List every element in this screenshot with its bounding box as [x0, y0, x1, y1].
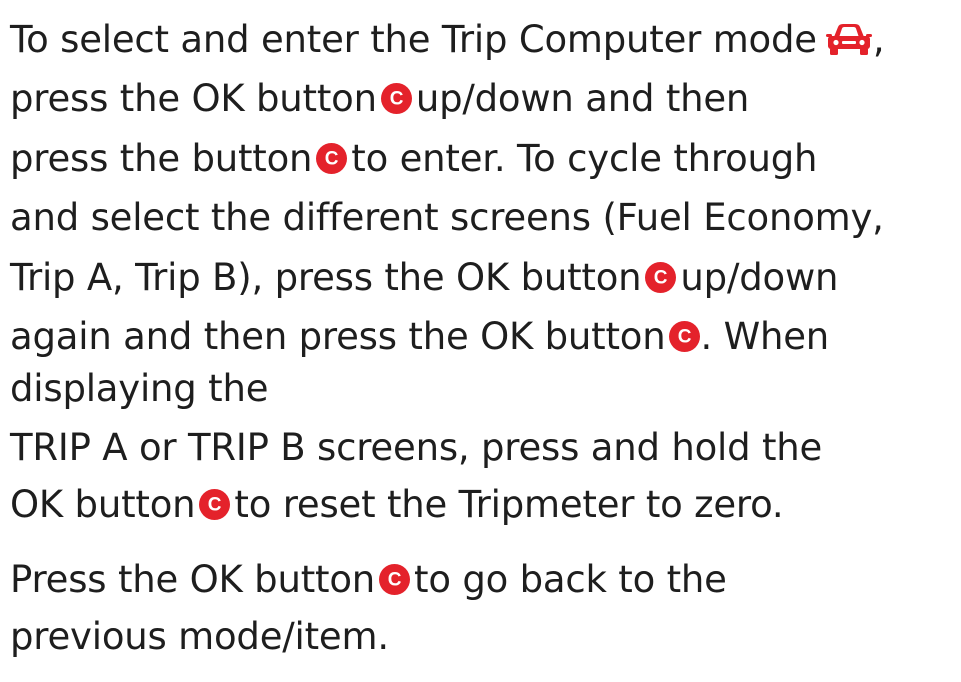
- svg-text:C: C: [678, 327, 692, 348]
- ok-button-c-icon: C: [669, 321, 701, 352]
- text-line: again and then press the OK button C. Whe…: [10, 315, 830, 358]
- text-line: Press the OK button Cto go back to the: [10, 558, 727, 601]
- ok-button-c-icon: C: [379, 564, 411, 595]
- text-line: TRIP A or TRIP B screens, press and hold…: [10, 426, 823, 469]
- ok-button-c-icon: C: [199, 489, 231, 520]
- text-line: displaying the: [10, 367, 269, 410]
- text-line: press the OK button Cup/down and then: [10, 77, 750, 120]
- ok-button-c-icon: C: [645, 262, 677, 293]
- svg-text:C: C: [654, 268, 668, 289]
- text-line: To select and enter the Trip Computer mo…: [10, 18, 885, 61]
- text-line: Trip A, Trip B), press the OK button Cup/…: [10, 256, 839, 299]
- text-line: previous mode/item.: [10, 615, 389, 658]
- svg-text:C: C: [325, 149, 339, 170]
- svg-text:C: C: [390, 89, 404, 110]
- ok-button-c-icon: C: [316, 143, 348, 174]
- svg-text:C: C: [208, 495, 222, 516]
- car-icon: [825, 24, 872, 55]
- ok-button-c-icon: C: [380, 83, 412, 114]
- text-line: and select the different screens (Fuel E…: [10, 196, 884, 239]
- text-line: OK button Cto reset the Tripmeter to zero…: [10, 483, 784, 526]
- text-line: press the button Cto enter. To cycle thro…: [10, 137, 818, 180]
- svg-text:C: C: [388, 570, 402, 591]
